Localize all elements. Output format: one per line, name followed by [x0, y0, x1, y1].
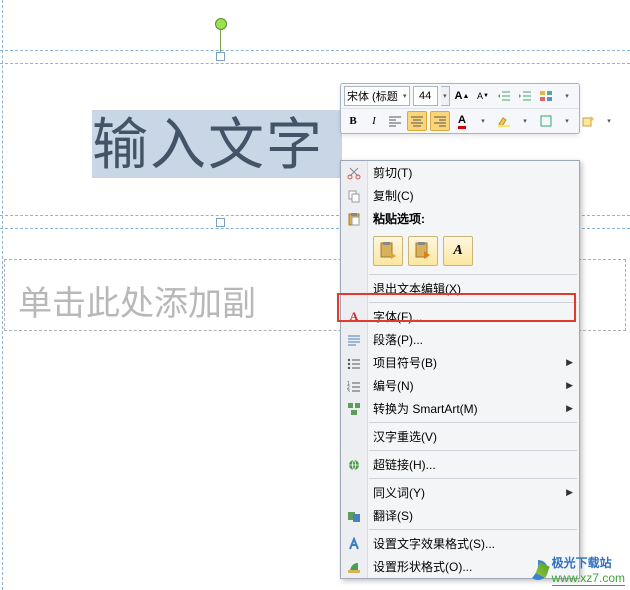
quick-styles-dropdown[interactable]: ▾ — [558, 87, 576, 105]
align-right-icon[interactable] — [430, 111, 450, 131]
menu-convert-smartart[interactable]: 转换为 SmartArt(M)▶ — [341, 397, 579, 420]
decrease-indent-icon[interactable] — [495, 87, 513, 105]
align-center-icon[interactable] — [407, 111, 427, 131]
font-size-combo[interactable]: 44 — [413, 86, 438, 106]
cut-icon — [345, 164, 363, 182]
text-effect-icon — [345, 535, 363, 553]
shape-outline-dropdown[interactable]: ▾ — [558, 112, 576, 130]
font-color-dropdown[interactable]: ▾ — [474, 112, 492, 130]
paste-option-merge[interactable] — [408, 236, 438, 266]
translate-icon — [345, 507, 363, 525]
shrink-font-icon[interactable]: A▼ — [474, 87, 492, 105]
align-left-icon[interactable] — [386, 112, 404, 130]
menu-cut[interactable]: 剪切(T) — [341, 161, 579, 184]
new-shape-icon[interactable] — [579, 112, 597, 130]
resize-handle-top[interactable] — [216, 52, 225, 61]
font-name-combo[interactable]: 宋体 (标题▾ — [344, 86, 410, 106]
shape-outline-icon[interactable] — [537, 112, 555, 130]
highlight-icon[interactable] — [495, 112, 513, 130]
menu-paste-options: 粘贴选项: — [341, 207, 579, 230]
rotate-handle[interactable] — [215, 18, 227, 30]
menu-chinese-relayout[interactable]: 汉字重选(V) — [341, 425, 579, 448]
menu-hyperlink[interactable]: 超链接(H)... — [341, 453, 579, 476]
menu-paragraph[interactable]: 段落(P)... — [341, 328, 579, 351]
menu-exit-text-edit[interactable]: 退出文本编辑(X) — [341, 277, 579, 300]
highlight-dropdown[interactable]: ▾ — [516, 112, 534, 130]
paste-icon — [345, 210, 363, 228]
context-menu: 剪切(T) 复制(C) 粘贴选项: A 退出文本编辑(X) A 字体(F)...… — [340, 160, 580, 579]
menu-copy[interactable]: 复制(C) — [341, 184, 579, 207]
shape-format-icon — [345, 558, 363, 576]
watermark: 极光下载站 www.xz7.com — [528, 554, 625, 586]
quick-styles-icon[interactable] — [537, 87, 555, 105]
watermark-logo-icon — [528, 560, 548, 580]
font-icon: A — [345, 308, 363, 326]
mini-toolbar: 宋体 (标题▾ 44 ▾ A▲ A▼ ▾ B I A ▾ ▾ ▾ ▾ — [340, 83, 580, 134]
svg-text:3: 3 — [347, 389, 350, 392]
increase-indent-icon[interactable] — [516, 87, 534, 105]
menu-synonyms[interactable]: 同义词(Y)▶ — [341, 481, 579, 504]
menu-text-effect-format[interactable]: 设置文字效果格式(S)... — [341, 532, 579, 555]
numbering-icon: 123 — [345, 377, 363, 395]
paragraph-icon — [345, 331, 363, 349]
hyperlink-icon — [345, 456, 363, 474]
smartart-icon — [345, 400, 363, 418]
italic-icon[interactable]: I — [365, 112, 383, 130]
title-text[interactable]: 输入文字 — [92, 100, 324, 181]
font-size-dropdown[interactable]: ▾ — [441, 86, 450, 106]
paste-option-keep-source[interactable] — [373, 236, 403, 266]
paste-option-text-only[interactable]: A — [443, 236, 473, 266]
copy-icon — [345, 187, 363, 205]
new-shape-dropdown[interactable]: ▾ — [600, 112, 618, 130]
menu-numbering[interactable]: 123 编号(N)▶ — [341, 374, 579, 397]
menu-translate[interactable]: 翻译(S) — [341, 504, 579, 527]
menu-font[interactable]: A 字体(F)... — [341, 305, 579, 328]
font-color-icon[interactable]: A — [453, 112, 471, 130]
resize-handle-bottom[interactable] — [216, 218, 225, 227]
bullets-icon — [345, 354, 363, 372]
grow-font-icon[interactable]: A▲ — [453, 87, 471, 105]
menu-bullets[interactable]: 项目符号(B)▶ — [341, 351, 579, 374]
subtitle-text[interactable]: 单击此处添加副 — [18, 276, 256, 325]
bold-icon[interactable]: B — [344, 112, 362, 130]
